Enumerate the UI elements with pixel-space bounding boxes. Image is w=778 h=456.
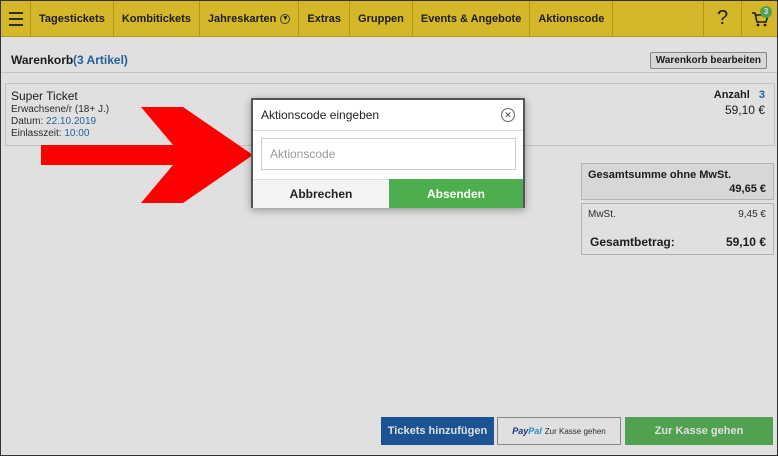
cancel-button[interactable]: Abbrechen bbox=[253, 179, 389, 208]
promo-code-input[interactable] bbox=[261, 138, 516, 170]
modal-backdrop[interactable] bbox=[1, 1, 777, 455]
dialog-divider bbox=[253, 130, 523, 131]
submit-button[interactable]: Absenden bbox=[389, 179, 523, 208]
dialog-title: Aktionscode eingeben bbox=[261, 108, 380, 122]
promo-code-dialog: Aktionscode eingeben ✕ Abbrechen Absende… bbox=[251, 98, 525, 208]
red-arrow-annotation bbox=[41, 107, 253, 203]
page-frame: Tagestickets Kombitickets Jahreskarten ▾… bbox=[0, 0, 778, 456]
close-icon[interactable]: ✕ bbox=[501, 108, 515, 122]
